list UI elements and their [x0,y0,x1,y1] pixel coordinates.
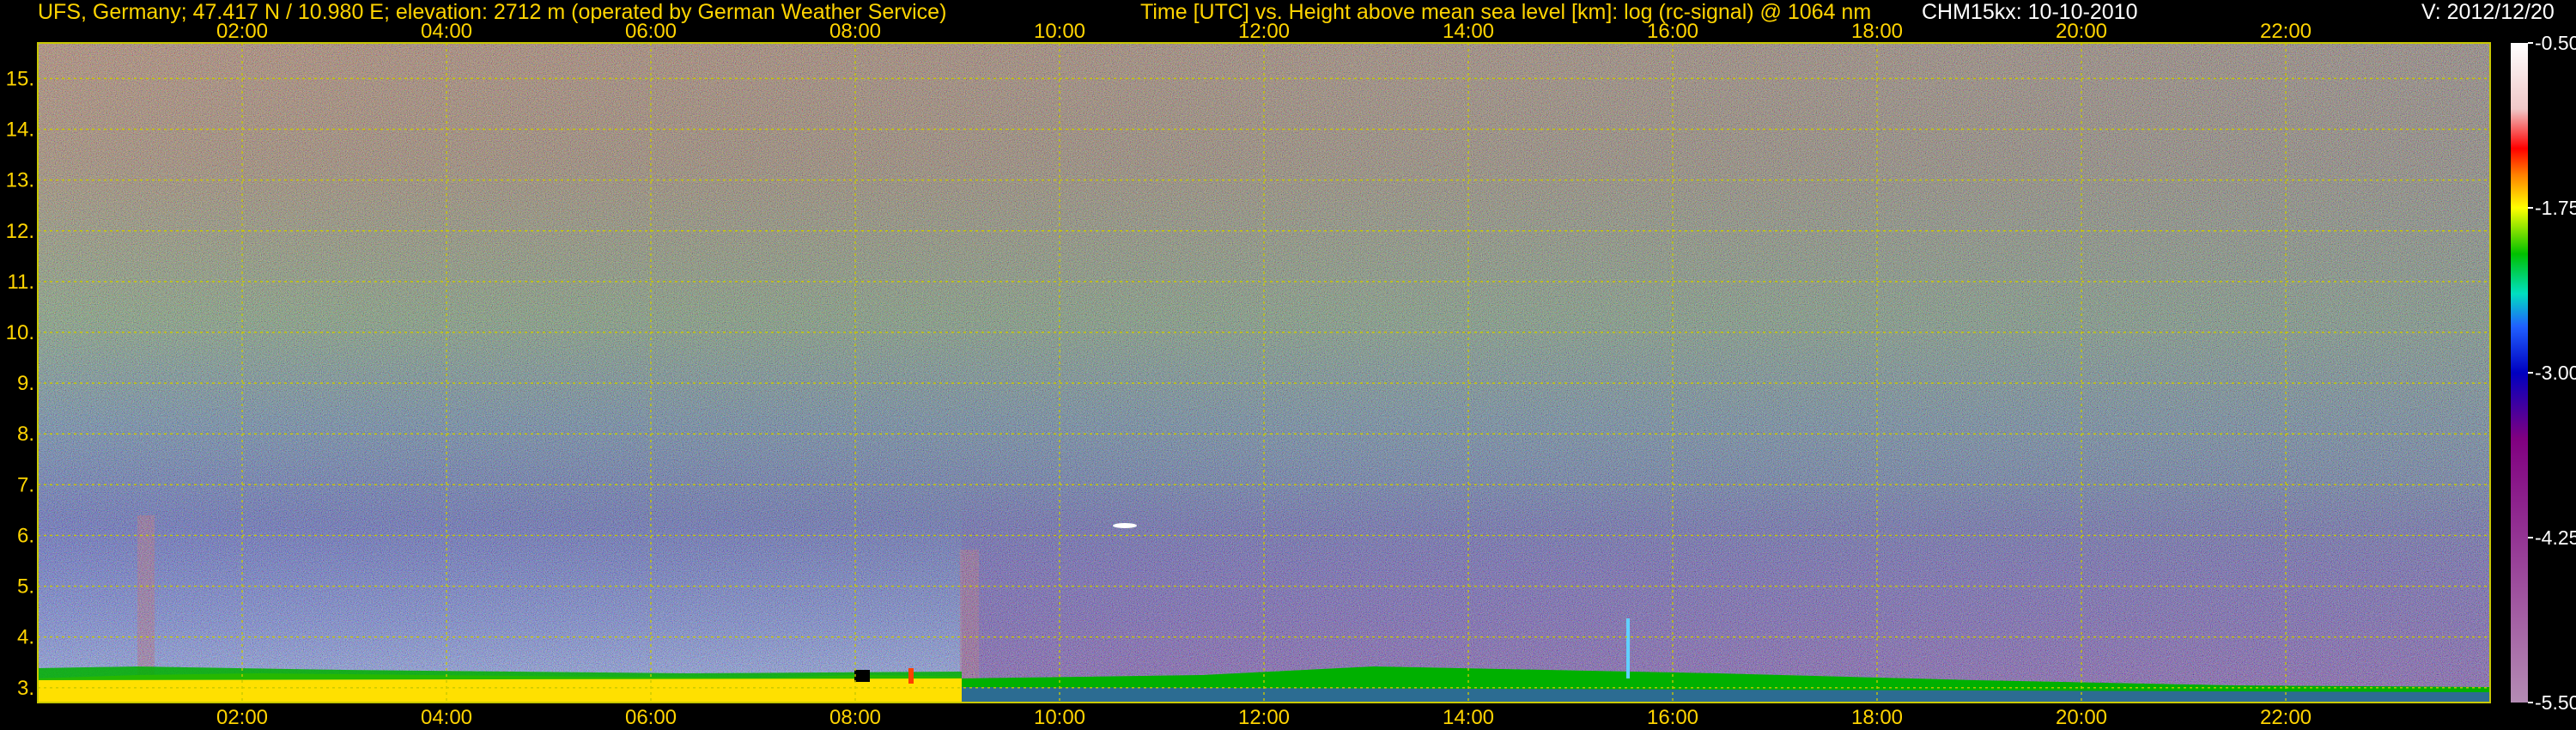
colorbar-tick-label: -3.00 [2535,362,2576,384]
x-axis-bottom: 02:00 04:00 06:00 08:00 10:00 12:00 14:00 16:00… [216,706,2312,729]
x-tick-label-top: 18:00 [1851,20,1903,43]
x-tick-label-top: 10:00 [1034,20,1085,43]
y-tick-label: 4. [17,626,34,649]
y-tick-label: 13. [6,169,34,192]
colorbar-tick-label: -4.25 [2535,526,2576,549]
x-tick-label-bottom: 04:00 [421,706,472,729]
colorbar-tick-label: -5.50 [2535,691,2576,714]
colorbar [2511,43,2528,703]
y-tick-label: 15. [6,67,34,90]
x-tick-label-top: 16:00 [1647,20,1698,43]
cloud-feature-1530 [1626,618,1630,678]
y-tick-label: 6. [17,524,34,547]
colorbar-ticks: -0.50 -1.75 -3.00 -4.25 -5.50 [2528,32,2576,714]
y-tick-label: 8. [17,423,34,446]
y-tick-label: 9. [17,372,34,395]
x-tick-label-bottom: 06:00 [625,706,677,729]
y-tick-label: 3. [17,677,34,700]
x-tick-label-top: 22:00 [2260,20,2312,43]
colorbar-tick-label: -1.75 [2535,197,2576,219]
y-tick-label: 5. [17,575,34,599]
cloud-feature-1100 [1113,523,1137,528]
x-tick-label-bottom: 12:00 [1238,706,1290,729]
colorbar-tick-label: -0.50 [2535,32,2576,54]
y-tick-label: 10. [6,321,34,344]
lidar-backscatter-chart: 02:00 04:00 06:00 08:00 10:00 12:00 14:00 16:00… [6,20,2576,729]
x-tick-label-bottom: 18:00 [1851,706,1903,729]
x-tick-label-bottom: 10:00 [1034,706,1085,729]
x-tick-label-top: 06:00 [625,20,677,43]
y-tick-label: 11. [7,271,34,294]
x-tick-label-bottom: 22:00 [2260,706,2312,729]
x-tick-label-top: 04:00 [421,20,472,43]
x-axis-top: 02:00 04:00 06:00 08:00 10:00 12:00 14:00 16:00… [216,20,2312,43]
x-tick-label-bottom: 14:00 [1443,706,1494,729]
x-tick-label-top: 02:00 [216,20,268,43]
cloud-feature-0830 [908,668,914,684]
x-tick-label-bottom: 08:00 [829,706,881,729]
x-tick-label-bottom: 02:00 [216,706,268,729]
x-tick-label-top: 20:00 [2056,20,2107,43]
x-tick-label-top: 12:00 [1238,20,1290,43]
cloud-feature-0800 [854,670,870,682]
y-axis: 3. 4. 5. 6. 7. 8. 9. 10. 11. 12. 13. 14. 15. [6,67,34,699]
x-tick-label-bottom: 20:00 [2056,706,2107,729]
x-tick-label-top: 08:00 [829,20,881,43]
y-tick-label: 12. [6,220,34,243]
y-tick-label: 7. [17,473,34,496]
x-tick-label-top: 14:00 [1443,20,1494,43]
x-tick-label-bottom: 16:00 [1647,706,1698,729]
y-tick-label: 14. [6,119,34,142]
